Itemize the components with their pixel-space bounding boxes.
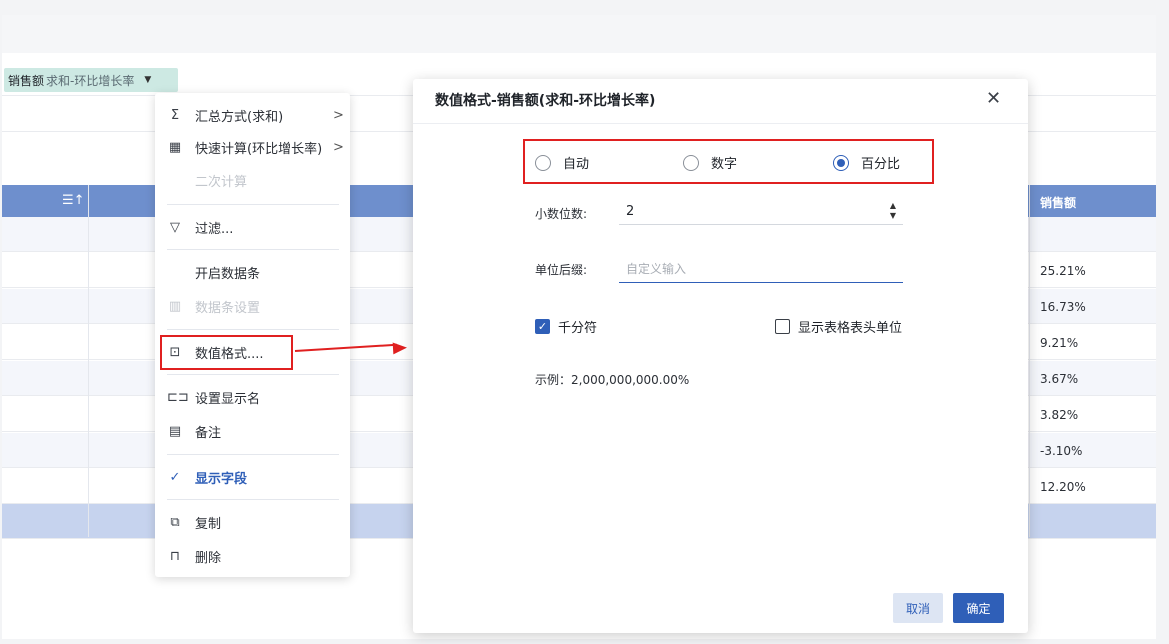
field-chip-sales[interactable]: 销售额 求和-环比增长率 ▼ [4,68,178,92]
top-toolbar-area [2,15,1156,53]
menu-item-label: 备注 [195,425,222,441]
radio-selected-icon [833,154,849,171]
menu-item-show-field[interactable]: ✓ 显示字段 [155,464,350,490]
thousands-separator-checkbox[interactable]: ✓ 千分符 [535,317,597,336]
radio-label: 百分比 [861,157,901,172]
menu-item-quick-calc[interactable]: ▦ 快速计算(环比增长率) > [155,134,350,160]
cell-value: 25.21% [1040,264,1086,278]
sigma-icon: Σ [170,107,180,123]
header-unit-checkbox[interactable]: 显示表格表头单位 [775,317,902,336]
trash-icon: ⊓ [169,548,181,564]
caret-down-icon[interactable]: ▼ [144,75,151,85]
rename-icon: ⊏⊐ [167,389,189,405]
confirm-button[interactable]: 确定 [953,593,1004,623]
menu-item-label: 删除 [195,550,222,566]
suffix-input[interactable] [619,255,903,283]
cell-value: 3.82% [1040,408,1079,422]
cell-value: 16.73% [1040,300,1086,314]
menu-item-delete[interactable]: ⊓ 删除 [155,543,350,569]
field-chip-name: 销售额 [8,73,45,88]
menu-divider [167,454,339,455]
menu-item-label: 过滤... [195,221,234,237]
cell-value: 3.67% [1040,372,1079,386]
radio-auto[interactable]: 自动 [535,153,589,172]
menu-item-label: 数据条设置 [195,300,261,316]
decimals-label: 小数位数: [535,207,588,221]
menu-item-copy[interactable]: ⧉ 复制 [155,509,350,535]
spin-up-icon[interactable]: ▲ [887,201,899,211]
decimals-value: 2 [626,204,635,219]
menu-item-label: 设置显示名 [195,391,261,407]
radio-label: 数字 [711,157,738,172]
checkbox-label: 显示表格表头单位 [798,321,903,336]
close-icon[interactable]: ✕ [986,88,1001,109]
radio-number[interactable]: 数字 [683,153,737,172]
cell-value: 9.21% [1040,336,1079,350]
column-header-sales[interactable]: 销售额 [1040,194,1076,211]
menu-divider [167,374,339,375]
spin-down-icon[interactable]: ▼ [887,211,899,221]
format-example: 示例：2,000,000,000.00% [535,373,690,387]
checkbox-label: 千分符 [558,321,598,336]
menu-item-label: 快速计算(环比增长率) [195,141,323,157]
cell-value: 12.20% [1040,480,1086,494]
menu-item-label: 复制 [195,516,222,532]
menu-item-databar-settings: ▥ 数据条设置 [155,293,350,319]
radio-circle-icon [683,154,699,171]
checkmark-icon: ✓ [169,469,181,485]
radio-percent[interactable]: 百分比 [833,153,900,172]
number-format-dialog: 数值格式-销售额(求和-环比增长率) ✕ 自动 数字 百分比 小数位数: 2 ▲… [413,79,1028,633]
menu-divider [167,204,339,205]
dialog-title: 数值格式-销售额(求和-环比增长率) [435,93,656,109]
menu-item-note[interactable]: ▤ 备注 [155,418,350,444]
field-chip-aggregation: 求和-环比增长率 [46,73,135,88]
checkbox-checked-icon: ✓ [535,319,550,334]
menu-item-label: 开启数据条 [195,266,261,282]
menu-divider [167,499,339,500]
highlight-box-menu [160,335,293,370]
spinner[interactable]: ▲ ▼ [887,201,899,223]
menu-item-label: 显示字段 [195,471,248,487]
menu-item-set-display-name[interactable]: ⊏⊐ 设置显示名 [155,384,350,410]
suffix-label: 单位后缀: [535,263,588,277]
radio-label: 自动 [563,157,590,172]
menu-item-enable-databar[interactable]: 开启数据条 [155,259,350,285]
cell-value: -3.10% [1040,444,1083,458]
menu-divider [167,329,339,330]
menu-item-filter[interactable]: ▽ 过滤... [155,214,350,240]
menu-item-label: 二次计算 [195,174,248,190]
note-icon: ▤ [168,423,182,439]
chevron-right-icon: > [333,139,344,155]
databar-icon: ▥ [168,298,182,314]
column-divider [88,185,89,537]
annotation-arrow-head [392,341,408,355]
filter-icon: ▽ [170,219,180,235]
menu-item-label: 汇总方式(求和) [195,109,284,125]
sort-icon[interactable]: ☰↑ [62,193,85,208]
decimals-stepper[interactable]: 2 ▲ ▼ [619,199,903,225]
checkbox-unchecked-icon [775,319,790,334]
chevron-right-icon: > [333,107,344,123]
dialog-header-divider [413,123,1028,124]
column-divider [1029,185,1030,537]
radio-circle-icon [535,154,551,171]
menu-divider [167,249,339,250]
menu-item-aggregation[interactable]: Σ 汇总方式(求和) > [155,102,350,128]
cancel-button[interactable]: 取消 [893,593,943,623]
copy-icon: ⧉ [170,514,180,530]
calculator-icon: ▦ [168,139,182,155]
menu-item-secondary-calc: 二次计算 [155,167,350,193]
